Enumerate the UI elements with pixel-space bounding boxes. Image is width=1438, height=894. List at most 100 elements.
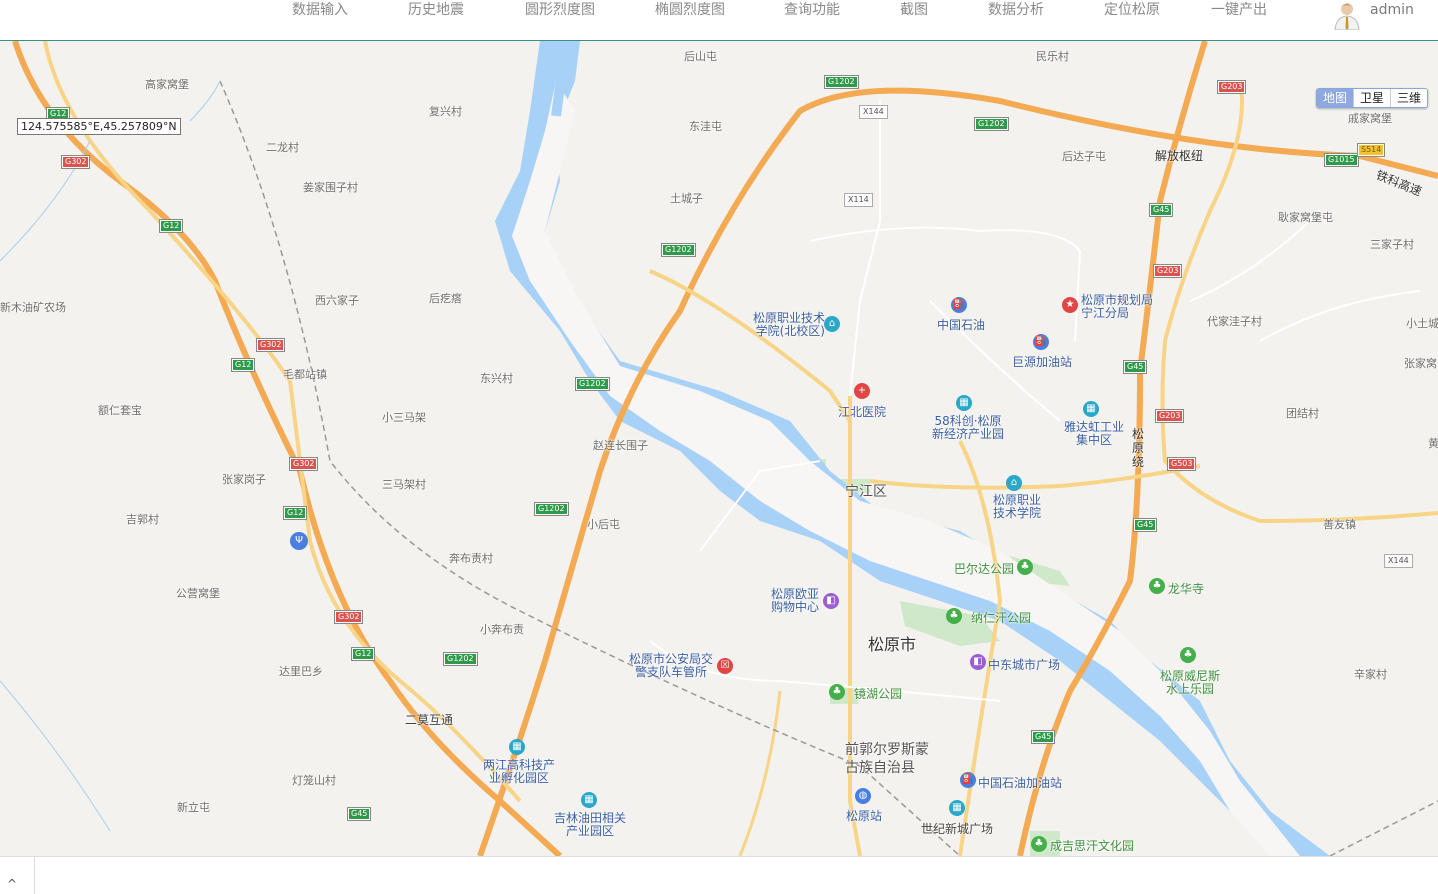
road-shield: G45 [1134,519,1157,531]
park-icon[interactable]: ♣ [1031,836,1047,852]
user-menu[interactable]: admin [1332,0,1414,30]
poi-label: 中国石油 [937,318,986,332]
gas-station-icon[interactable]: ⛽ [1033,334,1049,350]
place-label: 吉郭村 [126,513,159,526]
nav-elliptical-intensity-map[interactable]: 椭圆烈度图 [655,0,725,20]
park-icon[interactable]: ♣ [1180,647,1196,663]
panel-toggle-button[interactable]: ^ [0,857,35,894]
nav-screenshot[interactable]: 截图 [900,0,928,20]
park-icon[interactable]: ♣ [1017,559,1033,575]
industrial-park-icon[interactable]: ▦ [509,739,525,755]
place-label: 民乐村 [1036,50,1069,63]
government-icon[interactable]: ★ [1062,297,1078,313]
nav-locate-songyuan[interactable]: 定位松原 [1104,0,1160,20]
top-nav-bar: 数据输入 历史地震 圆形烈度图 椭圆烈度图 查询功能 截图 数据分析 定位松原 … [0,0,1438,41]
place-label: 小后屯 [587,518,620,531]
industrial-park-icon[interactable]: ▦ [1083,401,1099,417]
place-label: 三马架村 [382,478,426,491]
road-shield: G45 [1124,361,1147,373]
map-canvas[interactable]: 124.575585°E,45.257809°N 地图 卫星 三维 G12 G3… [0,41,1438,856]
place-label: 代家洼子村 [1207,315,1262,328]
park-icon[interactable]: ♣ [946,608,962,624]
city-label: 松原市 [868,635,917,654]
maptype-3d-button[interactable]: 三维 [1390,89,1428,107]
chevron-up-icon: ^ [7,877,18,891]
road-shield: G1202 [662,244,695,256]
road-shield: G1202 [825,76,858,88]
maptype-satellite-button[interactable]: 卫星 [1353,89,1391,107]
police-icon[interactable]: ☒ [717,658,733,674]
poi-label: 58科创·松原新经济产业园 [931,414,1004,441]
park-label: 成吉思汗文化园 [1050,839,1135,853]
road-shield: G12 [352,648,375,660]
place-label: 赵连长围子 [593,439,648,452]
service-area-icon[interactable]: Ψ [290,532,308,550]
place-label: 后达子屯 [1062,150,1106,163]
place-label: 解放枢纽 [1155,149,1204,163]
shopping-icon[interactable]: ◧ [970,654,986,670]
gas-station-icon[interactable]: ⛽ [960,772,976,788]
road-shield: G203 [1156,410,1184,422]
road-shield: G1202 [576,378,609,390]
place-label: 新立屯 [177,801,210,814]
coordinate-readout: 124.575585°E,45.257809°N [17,118,181,135]
park-label: 巴尔达公园 [954,562,1015,576]
shopping-icon[interactable]: ◧ [823,593,839,609]
park-icon[interactable]: ♣ [829,684,845,700]
temple-icon[interactable]: ♣ [1149,578,1165,594]
poi-label: 松原市规划局宁江分局 [1081,293,1154,320]
place-label: 二莫互通 [405,713,454,727]
school-icon[interactable]: ⌂ [824,316,840,332]
road-shield: G302 [290,458,318,470]
road-shield: X114 [845,194,872,206]
place-label: 小三马架 [382,411,426,424]
map-base-layer [0,41,1438,856]
park-label: 镜湖公园 [854,687,903,701]
place-label: 东洼屯 [689,120,722,133]
place-label: 高家窝堡 [145,78,189,91]
place-label: 松原绕 [1132,427,1145,469]
road-shield: G1202 [975,118,1008,130]
park-label: 松原威尼斯水上乐园 [1159,669,1220,696]
place-label: 善友镇 [1323,518,1356,531]
nav-circular-intensity-map[interactable]: 圆形烈度图 [525,0,595,20]
poi-label: 松原欧亚购物中心 [770,587,819,614]
place-label: 张家窝 [1404,357,1437,370]
school-icon[interactable]: ⌂ [1006,475,1022,491]
industrial-park-icon[interactable]: ▦ [581,792,597,808]
poi-label: 中国石油加油站 [978,776,1063,790]
nav-data-analysis[interactable]: 数据分析 [988,0,1044,20]
poi-label: 松原站 [846,809,883,823]
maptype-map-button[interactable]: 地图 [1317,89,1354,107]
road-shield: G503 [1168,458,1196,470]
train-station-icon[interactable]: ◍ [855,788,871,804]
place-label: 辛家村 [1354,668,1387,681]
road-shield: G302 [62,156,90,168]
place-label: 黄家村 [1428,437,1438,450]
place-label: 达里巴乡 [279,665,323,678]
place-label: 二龙村 [266,141,299,154]
nav-data-input[interactable]: 数据输入 [292,0,348,20]
place-label: 小奔布责 [480,623,524,636]
place-label: 姜家围子村 [303,181,358,194]
place-label: 公营窝堡 [176,587,220,600]
park-label: 纳仁汗公园 [971,611,1032,625]
road-shield: G12 [284,507,307,519]
place-label: 新木油矿农场 [0,301,66,314]
username: admin [1370,2,1414,18]
hospital-icon[interactable]: + [854,383,870,399]
road-shield: G12 [160,220,183,232]
road-shield: X144 [860,106,887,118]
nav-one-click-output[interactable]: 一键产出 [1211,0,1267,20]
place-label: 西六家子 [315,294,359,307]
gas-station-icon[interactable]: ⛽ [951,297,967,313]
plaza-icon[interactable]: ▦ [949,800,965,816]
road-shield: G12 [232,359,255,371]
nav-historical-earthquakes[interactable]: 历史地震 [408,0,464,20]
place-label: 后山屯 [684,50,717,63]
industrial-park-icon[interactable]: ▦ [956,395,972,411]
poi-label: 松原职业技术学院(北校区) [752,311,825,338]
road-shield: G45 [1150,204,1173,216]
poi-label: 雅达虹工业集中区 [1063,420,1124,447]
nav-query[interactable]: 查询功能 [784,0,840,20]
